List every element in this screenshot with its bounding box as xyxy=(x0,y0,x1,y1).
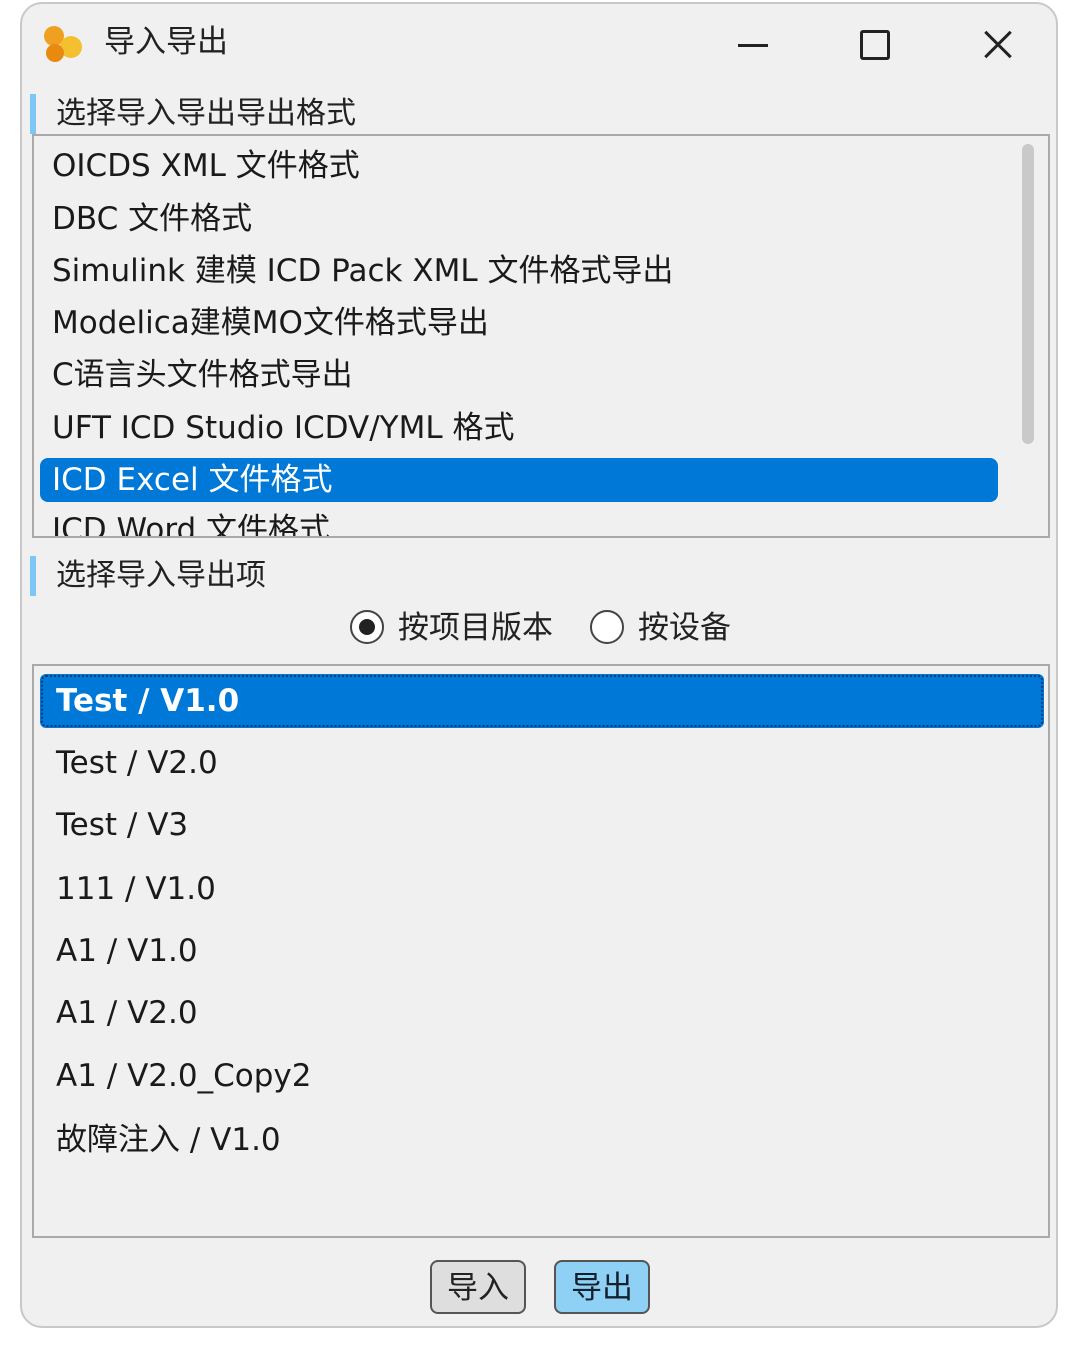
import-button[interactable]: 导入 xyxy=(430,1260,526,1314)
radio-label-by-project-version[interactable]: 按项目版本 xyxy=(398,606,553,650)
format-list-item[interactable]: ICD Word 文件格式 xyxy=(40,508,998,536)
version-list-item[interactable]: Test / V2.0 xyxy=(40,736,1044,790)
close-button[interactable] xyxy=(966,18,1030,70)
radio-by-device[interactable] xyxy=(590,610,624,644)
format-list-item[interactable]: Simulink 建模 ICD Pack XML 文件格式导出 xyxy=(40,249,998,293)
scrollbar-thumb[interactable] xyxy=(1022,144,1034,444)
title-bar: 导入导出 xyxy=(22,4,1056,86)
version-list-item[interactable]: A1 / V2.0_Copy2 xyxy=(40,1049,1044,1103)
version-list[interactable]: Test / V1.0 Test / V2.0 Test / V3 111 / … xyxy=(32,664,1050,1238)
version-list-item[interactable]: 故障注入 / V1.0 xyxy=(40,1113,1044,1167)
version-list-item[interactable]: Test / V3 xyxy=(40,798,1044,852)
version-list-item[interactable]: A1 / V1.0 xyxy=(40,924,1044,978)
format-section-label: 选择导入导出导出格式 xyxy=(30,94,356,134)
format-list-item-selected[interactable]: ICD Excel 文件格式 xyxy=(40,458,998,502)
version-list-item[interactable]: 111 / V1.0 xyxy=(40,862,1044,916)
version-list-item-selected[interactable]: Test / V1.0 xyxy=(40,674,1044,728)
window-title: 导入导出 xyxy=(104,24,228,60)
format-list-item[interactable]: Modelica建模MO文件格式导出 xyxy=(40,301,998,345)
import-export-window: 导入导出 选择导入导出导出格式 OICDS XML 文件格式 DBC 文件格式 … xyxy=(20,2,1058,1328)
format-list[interactable]: OICDS XML 文件格式 DBC 文件格式 Simulink 建模 ICD … xyxy=(32,134,1050,538)
minimize-button[interactable] xyxy=(720,18,784,70)
version-list-item[interactable]: A1 / V2.0 xyxy=(40,986,1044,1040)
maximize-button[interactable] xyxy=(842,18,906,70)
format-list-item[interactable]: C语言头文件格式导出 xyxy=(40,353,998,397)
format-list-scrollbar[interactable] xyxy=(1020,142,1036,532)
radio-by-project-version[interactable] xyxy=(350,610,384,644)
export-button[interactable]: 导出 xyxy=(554,1260,650,1314)
format-list-item[interactable]: UFT ICD Studio ICDV/YML 格式 xyxy=(40,406,998,450)
item-section-label: 选择导入导出项 xyxy=(30,556,266,596)
radio-checked-dot xyxy=(359,619,375,635)
grouping-radio-group: 按项目版本 按设备 xyxy=(350,606,810,656)
format-list-item[interactable]: OICDS XML 文件格式 xyxy=(40,144,998,188)
format-list-item[interactable]: DBC 文件格式 xyxy=(40,197,998,241)
app-logo-icon xyxy=(44,24,88,64)
radio-label-by-device[interactable]: 按设备 xyxy=(638,606,731,650)
